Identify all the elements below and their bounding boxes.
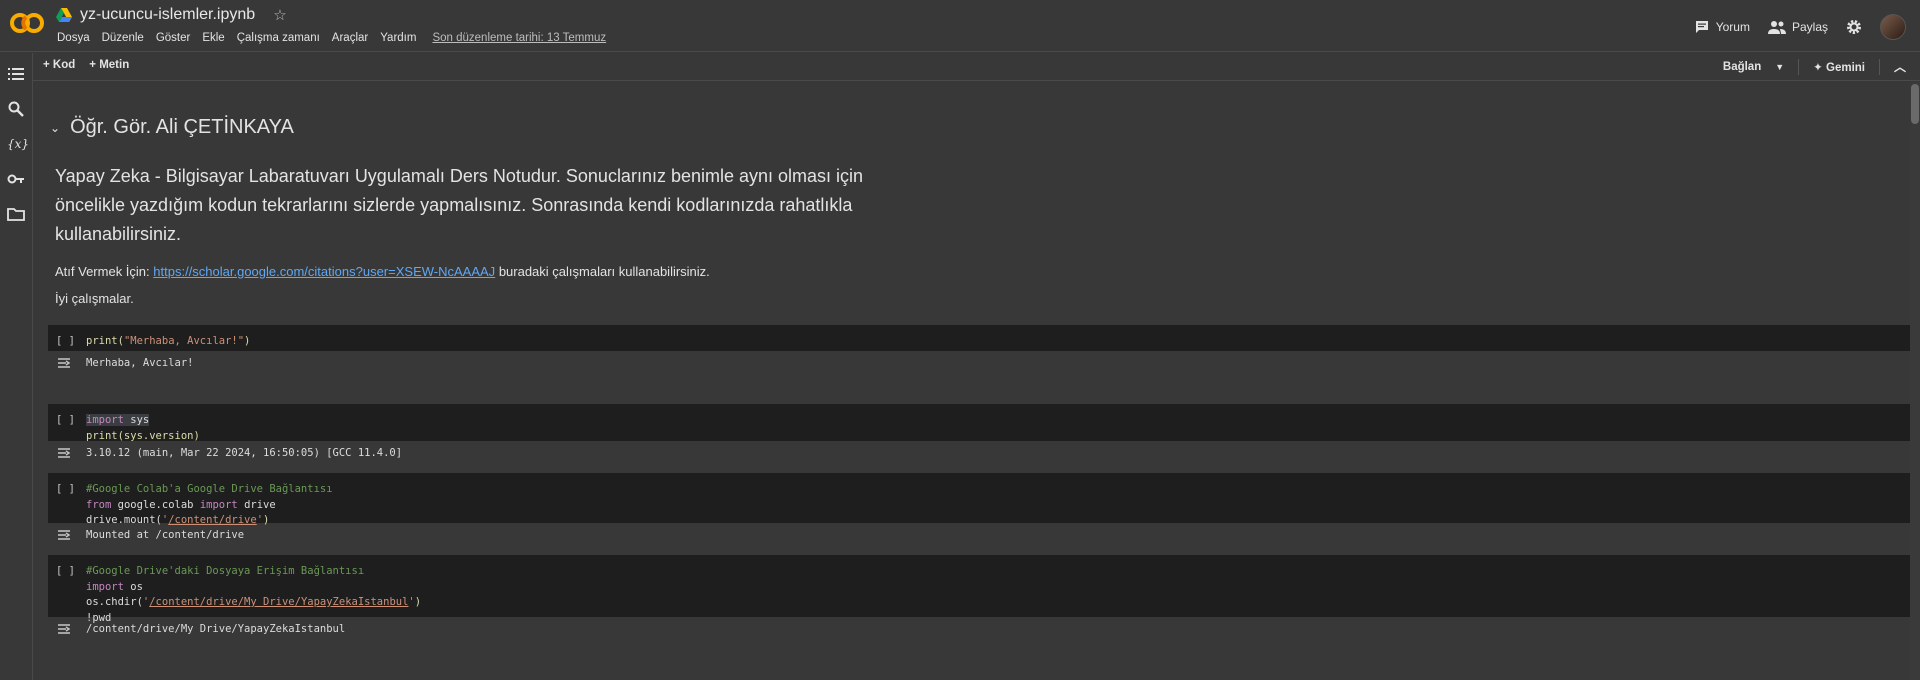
files-folder-icon[interactable] xyxy=(7,205,25,223)
citation-prefix: Atıf Vermek İçin: xyxy=(55,264,150,279)
notebook-title[interactable]: yz-ucuncu-islemler.ipynb xyxy=(80,6,255,24)
gemini-label: Gemini xyxy=(1826,61,1865,74)
notebook-toolbar: + Kod + Metin Bağlan ▼ ✦ Gemini ︿ xyxy=(33,53,1920,81)
output-text: /content/drive/My Drive/YapayZekaIstanbu… xyxy=(86,623,346,635)
output-toggle-icon[interactable] xyxy=(56,621,72,637)
comment-icon xyxy=(1695,21,1708,33)
code-cell[interactable]: [ ] import sys print(sys.version) xyxy=(48,404,1910,444)
colab-logo[interactable] xyxy=(10,10,44,36)
code-cell[interactable]: [ ] #Google Drive'daki Dosyaya Erişim Ba… xyxy=(48,555,1910,624)
gemini-button[interactable]: ✦ Gemini xyxy=(1813,60,1865,74)
output-text: Mounted at /content/drive xyxy=(86,529,245,541)
cell-output: Mounted at /content/drive xyxy=(48,523,1910,547)
menu-edit[interactable]: Düzenle xyxy=(102,32,144,44)
menu-tools[interactable]: Araçlar xyxy=(332,32,368,44)
cell-code[interactable]: #Google Colab'a Google Drive Bağlantısı … xyxy=(86,482,333,529)
google-drive-icon xyxy=(56,8,72,22)
run-cell-button[interactable]: [ ] xyxy=(56,335,75,347)
notebook-content: ⌄ Öğr. Gör. Ali ÇETİNKAYA Yapay Zeka - B… xyxy=(33,82,1910,680)
comment-button[interactable]: Yorum xyxy=(1694,19,1750,35)
settings-gear-icon[interactable] xyxy=(1846,19,1862,35)
output-toggle-icon[interactable] xyxy=(56,355,72,371)
add-code-label: Kod xyxy=(52,59,76,71)
comment-label: Yorum xyxy=(1715,20,1750,34)
run-cell-button[interactable]: [ ] xyxy=(56,483,75,495)
output-toggle-icon[interactable] xyxy=(56,445,72,461)
section-title: Öğr. Gör. Ali ÇETİNKAYA xyxy=(70,116,294,138)
toc-icon[interactable] xyxy=(7,65,25,83)
left-sidebar: {x} xyxy=(0,53,33,680)
menu-runtime[interactable]: Çalışma zamanı xyxy=(237,32,320,44)
add-text-label: Metin xyxy=(99,59,130,71)
run-cell-button[interactable]: [ ] xyxy=(56,565,75,577)
cell-output: /content/drive/My Drive/YapayZekaIstanbu… xyxy=(48,617,1910,641)
cell-code[interactable]: import sys print(sys.version) xyxy=(86,413,200,444)
add-text-button[interactable]: + Metin xyxy=(89,59,129,71)
variables-icon[interactable]: {x} xyxy=(7,135,29,153)
goodbye-text: İyi çalışmalar. xyxy=(55,291,134,306)
top-header: yz-ucuncu-islemler.ipynb ☆ Dosya Düzenle… xyxy=(0,0,1920,52)
share-label: Paylaş xyxy=(1791,20,1828,34)
menu-file[interactable]: Dosya xyxy=(57,32,90,44)
citation-suffix: buradaki çalışmaları kullanabilirsiniz. xyxy=(498,264,710,279)
secrets-key-icon[interactable] xyxy=(7,170,25,188)
menu-help[interactable]: Yardım xyxy=(380,32,416,44)
scrollbar[interactable] xyxy=(1910,82,1920,680)
menu-view[interactable]: Göster xyxy=(156,32,191,44)
search-icon[interactable] xyxy=(7,100,25,118)
intro-text: Yapay Zeka - Bilgisayar Labaratuvarı Uyg… xyxy=(55,166,864,244)
share-button[interactable]: Paylaş xyxy=(1767,20,1828,34)
toolbar-divider xyxy=(1798,58,1800,75)
chevron-down-icon[interactable]: ▼ xyxy=(1775,62,1784,72)
output-toggle-icon[interactable] xyxy=(56,527,72,543)
collapse-header-icon[interactable]: ︿ xyxy=(1894,58,1906,75)
output-text: 3.10.12 (main, Mar 22 2024, 16:50:05) [G… xyxy=(86,447,403,459)
last-edit-link[interactable]: Son düzenleme tarihi: 13 Temmuz xyxy=(432,32,606,44)
output-text: Merhaba, Avcılar! xyxy=(86,357,194,369)
toolbar-divider xyxy=(1878,58,1880,75)
connect-button[interactable]: Bağlan xyxy=(1723,61,1761,73)
scholar-link[interactable]: https://scholar.google.com/citations?use… xyxy=(153,264,495,279)
code-cell[interactable]: [ ] print("Merhaba, Avcılar!") xyxy=(48,325,1910,351)
section-header[interactable]: ⌄ Öğr. Gör. Ali ÇETİNKAYA xyxy=(50,116,294,139)
cell-output: Merhaba, Avcılar! xyxy=(48,351,1910,375)
share-people-icon xyxy=(1767,21,1786,34)
menu-insert[interactable]: Ekle xyxy=(202,32,224,44)
code-cell[interactable]: [ ] #Google Colab'a Google Drive Bağlant… xyxy=(48,473,1910,526)
cell-output: 3.10.12 (main, Mar 22 2024, 16:50:05) [G… xyxy=(48,441,1910,465)
cell-code[interactable]: print("Merhaba, Avcılar!") xyxy=(86,334,250,350)
citation-line: Atıf Vermek İçin: https://scholar.google… xyxy=(55,264,710,279)
run-cell-button[interactable]: [ ] xyxy=(56,414,75,426)
star-icon[interactable]: ☆ xyxy=(273,6,286,24)
chevron-collapse-icon[interactable]: ⌄ xyxy=(50,121,60,135)
menu-bar: Dosya Düzenle Göster Ekle Çalışma zamanı… xyxy=(57,32,606,44)
add-code-button[interactable]: + Kod xyxy=(43,59,75,71)
scroll-thumb[interactable] xyxy=(1911,84,1919,124)
user-avatar[interactable] xyxy=(1880,14,1906,40)
